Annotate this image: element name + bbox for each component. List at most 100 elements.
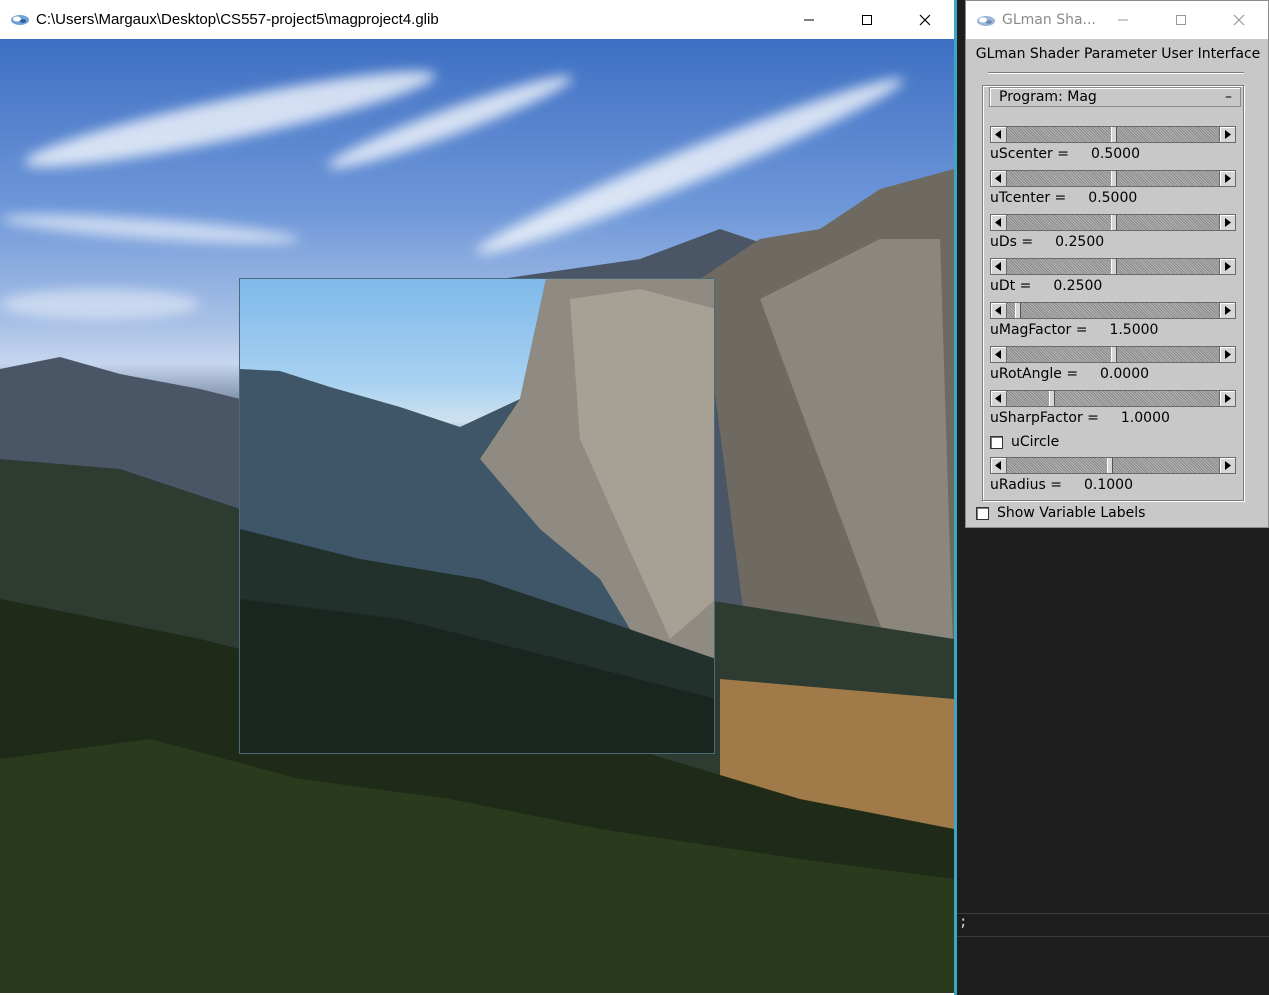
slider-right-arrow-icon[interactable] bbox=[1219, 214, 1236, 231]
param-name: uMagFactor = bbox=[990, 322, 1088, 338]
param-value: 0.0000 bbox=[1100, 366, 1150, 382]
program-label: Program: Mag bbox=[999, 89, 1097, 105]
param-slider[interactable] bbox=[990, 346, 1236, 364]
slider-track[interactable] bbox=[1007, 214, 1219, 231]
render-window: C:\Users\Margaux\Desktop\CS557-project5\… bbox=[0, 0, 955, 995]
collapse-icon[interactable]: – bbox=[1225, 88, 1232, 106]
slider-track[interactable] bbox=[1007, 170, 1219, 187]
close-icon bbox=[919, 14, 931, 25]
slider-left-arrow-icon[interactable] bbox=[990, 126, 1007, 143]
separator bbox=[988, 72, 1244, 74]
param-name: uScenter = bbox=[990, 146, 1069, 162]
slider-right-arrow-icon[interactable] bbox=[1219, 390, 1236, 407]
slider-left-arrow-icon[interactable] bbox=[990, 170, 1007, 187]
ucircle-checkbox-row[interactable]: uCircle bbox=[990, 434, 1059, 450]
minimize-icon bbox=[804, 19, 814, 20]
param-label: uScenter = 0.5000 bbox=[990, 146, 1140, 162]
param-slider[interactable] bbox=[990, 302, 1236, 320]
program-rollout-header[interactable]: Program: Mag – bbox=[989, 87, 1241, 107]
slider-thumb[interactable] bbox=[1107, 458, 1113, 473]
glman-window-title: GLman Sha... bbox=[1002, 12, 1096, 28]
render-window-titlebar[interactable]: C:\Users\Margaux\Desktop\CS557-project5\… bbox=[0, 0, 954, 39]
slider-thumb[interactable] bbox=[1111, 171, 1117, 186]
param-value: 1.5000 bbox=[1109, 322, 1159, 338]
console-divider bbox=[957, 913, 1269, 914]
glman-app-icon bbox=[976, 13, 996, 27]
panel-heading: GLman Shader Parameter User Interface bbox=[975, 46, 1261, 62]
param-name: uTcenter = bbox=[990, 190, 1067, 206]
param-value: 1.0000 bbox=[1120, 410, 1170, 426]
glman-app-icon bbox=[10, 13, 30, 27]
console-divider bbox=[957, 936, 1269, 937]
param-label: uTcenter = 0.5000 bbox=[990, 190, 1137, 206]
slider-thumb[interactable] bbox=[1111, 347, 1117, 362]
slider-right-arrow-icon[interactable] bbox=[1219, 258, 1236, 275]
slider-right-arrow-icon[interactable] bbox=[1219, 346, 1236, 363]
minimize-button[interactable] bbox=[780, 0, 838, 39]
ucircle-checkbox[interactable] bbox=[990, 435, 1003, 449]
param-value: 0.2500 bbox=[1055, 234, 1105, 250]
slider-left-arrow-icon[interactable] bbox=[990, 302, 1007, 319]
slider-track[interactable] bbox=[1007, 346, 1219, 363]
param-name: uDs = bbox=[990, 234, 1034, 250]
console-area: ; bbox=[957, 528, 1269, 995]
param-value: 0.5000 bbox=[1090, 146, 1140, 162]
glman-titlebar[interactable]: GLman Sha... bbox=[966, 1, 1268, 39]
slider-thumb[interactable] bbox=[1111, 127, 1117, 142]
param-label: uDs = 0.2500 bbox=[990, 234, 1104, 250]
slider-track[interactable] bbox=[1007, 258, 1219, 275]
param-slider[interactable] bbox=[990, 390, 1236, 408]
uradius-slider[interactable] bbox=[990, 457, 1236, 475]
show-variable-labels-checkbox[interactable] bbox=[976, 506, 989, 520]
slider-track[interactable] bbox=[1007, 302, 1219, 319]
glman-parameter-window: GLman Sha... GLman Shader Parameter User… bbox=[965, 0, 1269, 528]
slider-left-arrow-icon[interactable] bbox=[990, 214, 1007, 231]
slider-right-arrow-icon[interactable] bbox=[1219, 170, 1236, 187]
magnifier-lens bbox=[239, 278, 715, 754]
slider-left-arrow-icon[interactable] bbox=[990, 258, 1007, 275]
slider-right-arrow-icon[interactable] bbox=[1219, 457, 1236, 474]
param-value: 0.2500 bbox=[1053, 278, 1103, 294]
minimize-icon bbox=[1118, 19, 1128, 21]
glman-maximize-button[interactable] bbox=[1152, 1, 1210, 39]
glman-close-button[interactable] bbox=[1210, 1, 1268, 39]
param-label: uDt = 0.2500 bbox=[990, 278, 1102, 294]
slider-left-arrow-icon[interactable] bbox=[990, 390, 1007, 407]
slider-track[interactable] bbox=[1007, 126, 1219, 143]
close-icon bbox=[1233, 14, 1245, 26]
param-slider[interactable] bbox=[990, 126, 1236, 144]
render-viewport[interactable] bbox=[0, 39, 954, 993]
close-button[interactable] bbox=[896, 0, 954, 39]
slider-thumb[interactable] bbox=[1049, 391, 1055, 406]
slider-right-arrow-icon[interactable] bbox=[1219, 126, 1236, 143]
param-slider[interactable] bbox=[990, 214, 1236, 232]
maximize-button[interactable] bbox=[838, 0, 896, 39]
slider-track[interactable] bbox=[1007, 390, 1219, 407]
slider-thumb[interactable] bbox=[1111, 215, 1117, 230]
slider-track[interactable] bbox=[1007, 457, 1219, 474]
show-variable-labels-label: Show Variable Labels bbox=[997, 505, 1146, 521]
param-name: uDt = bbox=[990, 278, 1032, 294]
slider-thumb[interactable] bbox=[1111, 259, 1117, 274]
slider-thumb[interactable] bbox=[1015, 303, 1021, 318]
param-name: uRotAngle = bbox=[990, 366, 1079, 382]
console-input[interactable]: ; bbox=[959, 914, 967, 930]
slider-left-arrow-icon[interactable] bbox=[990, 457, 1007, 474]
slider-left-arrow-icon[interactable] bbox=[990, 346, 1007, 363]
param-slider[interactable] bbox=[990, 258, 1236, 276]
maximize-icon bbox=[1176, 15, 1186, 25]
param-name: uSharpFactor = bbox=[990, 410, 1099, 426]
param-value: 0.5000 bbox=[1088, 190, 1138, 206]
slider-right-arrow-icon[interactable] bbox=[1219, 302, 1236, 319]
show-variable-labels-row[interactable]: Show Variable Labels bbox=[976, 505, 1145, 521]
uradius-label: uRadius = 0.1000 bbox=[990, 477, 1133, 493]
program-group: Program: Mag – uScenter = 0.5000 uTcenter … bbox=[982, 85, 1244, 501]
glman-minimize-button[interactable] bbox=[1094, 1, 1152, 39]
uradius-value: 0.1000 bbox=[1084, 477, 1133, 493]
param-label: uMagFactor = 1.5000 bbox=[990, 322, 1158, 338]
window-title: C:\Users\Margaux\Desktop\CS557-project5\… bbox=[36, 11, 439, 28]
ucircle-label: uCircle bbox=[1011, 434, 1060, 450]
param-label: uRotAngle = 0.0000 bbox=[990, 366, 1149, 382]
param-slider[interactable] bbox=[990, 170, 1236, 188]
param-label: uSharpFactor = 1.0000 bbox=[990, 410, 1170, 426]
